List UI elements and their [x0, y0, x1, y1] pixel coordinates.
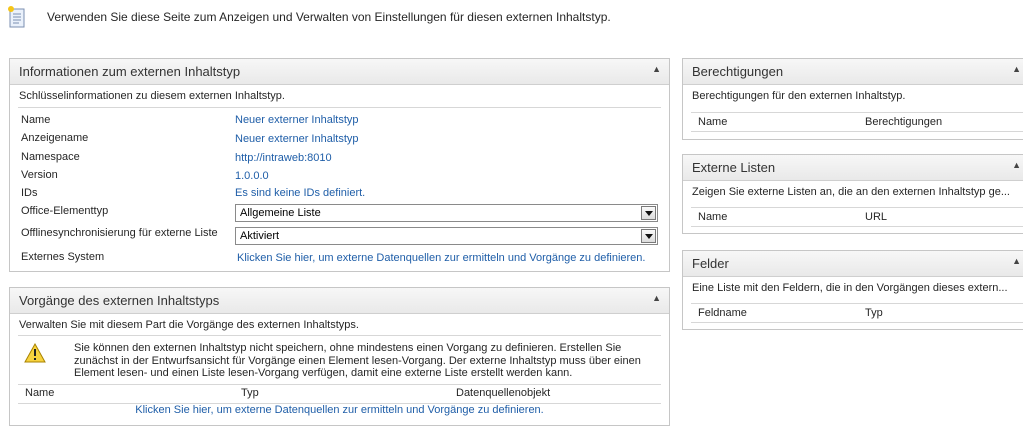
external-lists-panel-title: Externe Listen: [692, 160, 776, 175]
permissions-panel-description: Berechtigungen für den externen Inhaltst…: [692, 90, 906, 102]
row-label-display-name: Anzeigename: [21, 132, 89, 144]
info-panel-title: Informationen zum externen Inhaltstyp: [19, 64, 241, 79]
column-header-fieldname[interactable]: Feldname: [698, 307, 747, 319]
row-label-name: Name: [21, 114, 51, 126]
info-panel: Informationen zum externen Inhaltstyp ▲ …: [9, 58, 670, 272]
column-header-type[interactable]: Typ: [865, 307, 883, 319]
row-label-version: Version: [21, 169, 58, 181]
permissions-panel: Berechtigungen ▲ Berechtigungen für den …: [682, 58, 1023, 140]
operations-grid-header: [18, 384, 661, 404]
row-value-ids[interactable]: Es sind keine IDs definiert.: [235, 187, 365, 199]
warning-message: Sie können den externen Inhaltstyp nicht…: [74, 342, 641, 379]
chevron-up-icon[interactable]: ▲: [652, 293, 661, 303]
operations-panel: Vorgänge des externen Inhaltstyps ▲ Verw…: [9, 287, 670, 426]
row-label-namespace: Namespace: [21, 151, 80, 163]
content-type-icon: [7, 5, 27, 29]
row-value-version[interactable]: 1.0.0.0: [235, 170, 269, 182]
info-panel-header[interactable]: Informationen zum externen Inhaltstyp ▲: [10, 59, 669, 85]
column-header-url[interactable]: URL: [865, 211, 887, 223]
offline-sync-label: Offlinesynchronisierung für externe List…: [21, 227, 218, 239]
fields-panel: Felder ▲ Eine Liste mit den Feldern, die…: [682, 250, 1023, 330]
page-intro: Verwenden Sie diese Seite zum Anzeigen u…: [47, 10, 611, 24]
column-header-name[interactable]: Name: [25, 387, 54, 399]
permissions-panel-header[interactable]: Berechtigungen ▲: [683, 59, 1023, 85]
row-label-ids: IDs: [21, 187, 38, 199]
row-value-display-name[interactable]: Neuer externer Inhaltstyp: [235, 133, 359, 145]
external-system-link[interactable]: Klicken Sie hier, um externe Datenquelle…: [237, 252, 645, 264]
column-header-permissions[interactable]: Berechtigungen: [865, 116, 942, 128]
operations-panel-description: Verwalten Sie mit diesem Part die Vorgän…: [19, 319, 359, 331]
permissions-grid-header: [691, 112, 1023, 132]
fields-panel-description: Eine Liste mit den Feldern, die in den V…: [692, 282, 1008, 294]
external-lists-panel-description: Zeigen Sie externe Listen an, die an den…: [692, 186, 1010, 198]
office-type-value: Allgemeine Liste: [240, 207, 321, 219]
chevron-up-icon[interactable]: ▲: [1012, 64, 1021, 74]
divider: [18, 107, 661, 108]
office-type-select[interactable]: Allgemeine Liste: [235, 204, 658, 222]
fields-panel-header[interactable]: Felder ▲: [683, 251, 1023, 277]
dropdown-arrow-icon[interactable]: [641, 206, 656, 220]
info-panel-description: Schlüsselinformationen zu diesem externe…: [19, 90, 285, 102]
row-value-namespace[interactable]: http://intraweb:8010: [235, 152, 332, 164]
chevron-up-icon[interactable]: ▲: [652, 64, 661, 74]
external-lists-panel-header[interactable]: Externe Listen ▲: [683, 155, 1023, 181]
permissions-panel-title: Berechtigungen: [692, 64, 784, 79]
column-header-name[interactable]: Name: [698, 116, 727, 128]
chevron-up-icon[interactable]: ▲: [1012, 160, 1021, 170]
offline-sync-value: Aktiviert: [240, 230, 280, 242]
column-header-name[interactable]: Name: [698, 211, 727, 223]
row-value-name[interactable]: Neuer externer Inhaltstyp: [235, 114, 359, 126]
dropdown-arrow-icon[interactable]: [641, 229, 656, 243]
operations-panel-title: Vorgänge des externen Inhaltstyps: [19, 293, 220, 308]
external-system-label: Externes System: [21, 251, 105, 263]
chevron-up-icon[interactable]: ▲: [1012, 256, 1021, 266]
fields-panel-title: Felder: [692, 256, 729, 271]
column-header-type[interactable]: Typ: [241, 387, 259, 399]
discover-datasources-link[interactable]: Klicken Sie hier, um externe Datenquelle…: [10, 404, 669, 416]
external-lists-panel: Externe Listen ▲ Zeigen Sie externe List…: [682, 154, 1023, 234]
column-header-datasource[interactable]: Datenquellenobjekt: [456, 387, 550, 399]
divider: [18, 335, 661, 336]
offline-sync-select[interactable]: Aktiviert: [235, 227, 658, 245]
operations-panel-header[interactable]: Vorgänge des externen Inhaltstyps ▲: [10, 288, 669, 314]
office-type-label: Office-Elementtyp: [21, 205, 109, 217]
warning-icon: [24, 342, 46, 363]
external-lists-grid-header: [691, 207, 1023, 227]
